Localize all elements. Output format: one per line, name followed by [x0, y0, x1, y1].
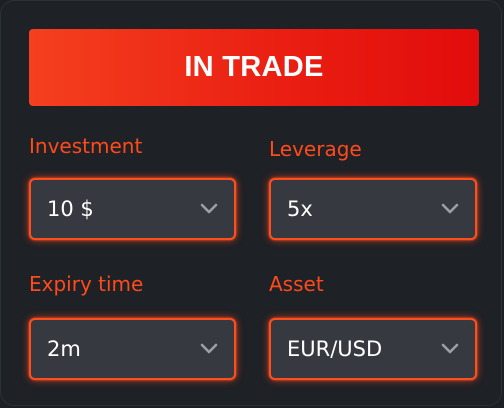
leverage-select[interactable]: 5x: [269, 178, 477, 240]
expiry-time-value: 2m: [47, 337, 81, 361]
asset-label: Asset: [269, 272, 324, 296]
expiry-time-select[interactable]: 2m: [29, 318, 236, 380]
investment-label: Investment: [29, 134, 143, 158]
expiry-time-label: Expiry time: [29, 272, 144, 296]
in-trade-button[interactable]: IN TRADE: [29, 29, 479, 106]
chevron-down-icon: [439, 342, 461, 356]
chevron-down-icon: [439, 202, 461, 216]
chevron-down-icon: [198, 342, 220, 356]
investment-value: 10 $: [47, 197, 94, 221]
investment-select[interactable]: 10 $: [29, 178, 236, 240]
leverage-value: 5x: [287, 197, 313, 221]
chevron-down-icon: [198, 202, 220, 216]
asset-value: EUR/USD: [287, 337, 383, 361]
leverage-label: Leverage: [269, 137, 362, 161]
trade-panel: IN TRADE Investment 10 $ Leverage 5x Exp…: [0, 0, 502, 406]
asset-select[interactable]: EUR/USD: [269, 318, 477, 380]
